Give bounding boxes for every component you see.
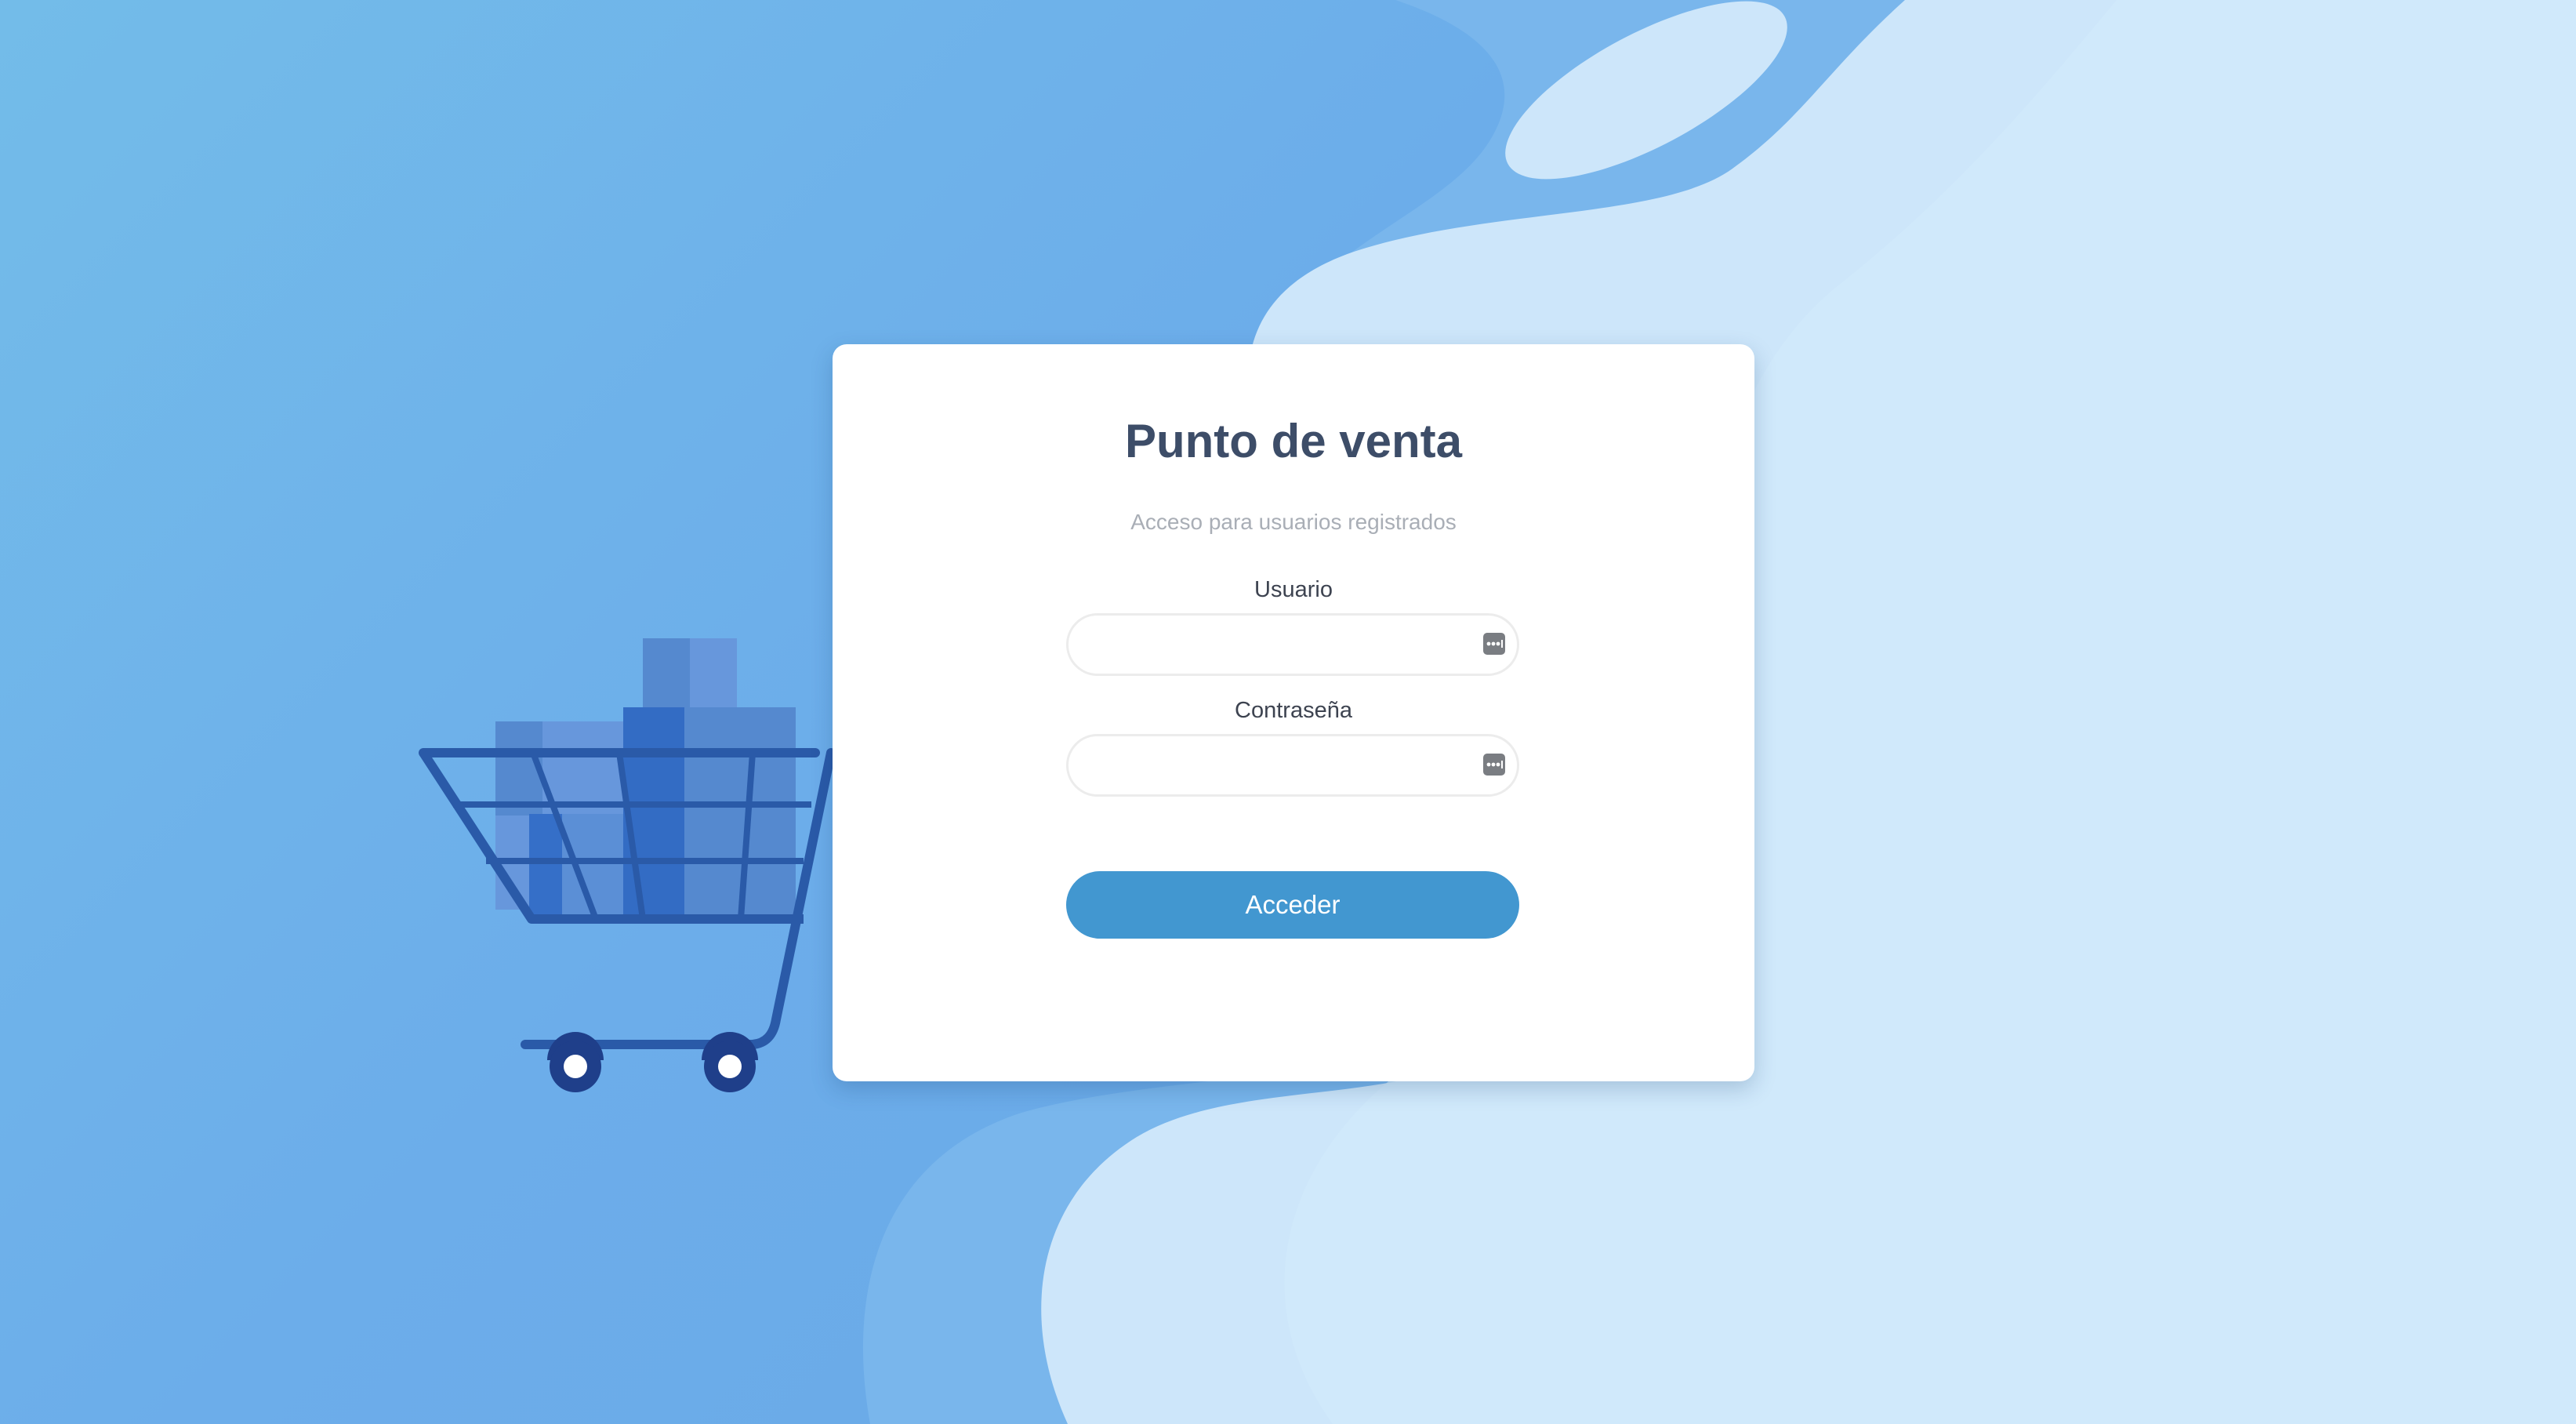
login-button[interactable]: Acceder (1066, 871, 1519, 939)
page-title: Punto de venta (1124, 415, 1463, 467)
password-label: Contraseña (1235, 698, 1352, 723)
shopping-cart-icon (419, 638, 836, 1092)
page-subtitle: Acceso para usuarios registrados (1130, 510, 1457, 534)
password-manager-key-icon[interactable] (1482, 753, 1506, 776)
username-input[interactable] (1092, 622, 1456, 669)
username-field-wrapper (1066, 613, 1519, 676)
login-card: Punto de venta Acceso para usuarios regi… (833, 344, 1754, 1081)
password-manager-key-icon[interactable] (1482, 632, 1506, 656)
password-input[interactable] (1092, 743, 1456, 790)
password-field-wrapper (1066, 734, 1519, 797)
username-label: Usuario (1254, 577, 1333, 602)
